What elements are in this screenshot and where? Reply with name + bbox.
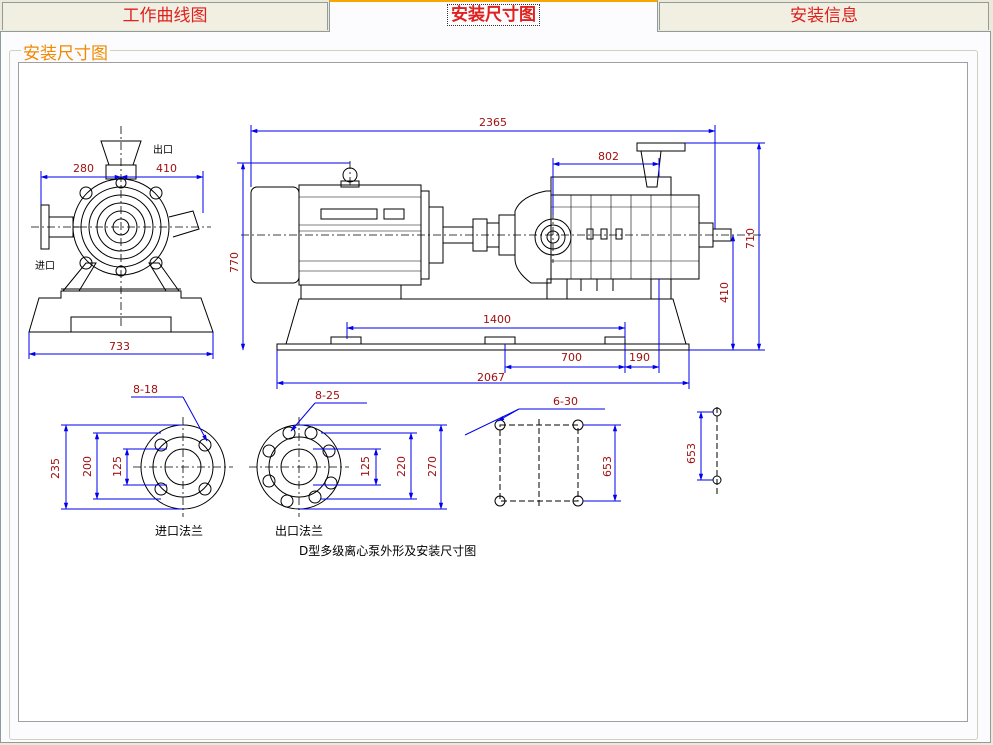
end-view-centerlines xyxy=(31,126,211,326)
dim-190: 190 xyxy=(629,351,650,364)
dim-2067: 2067 xyxy=(477,371,505,384)
tab-installation-dimensions-label: 安装尺寸图 xyxy=(447,4,540,26)
dim-710: 710 xyxy=(744,228,757,249)
dim-200: 200 xyxy=(81,456,94,477)
inlet-flange-label: 进口法兰 xyxy=(155,524,203,538)
dim-770: 770 xyxy=(228,252,241,273)
dim-270: 270 xyxy=(426,456,439,477)
dim-235: 235 xyxy=(49,458,62,479)
dim-6-30: 6-30 xyxy=(553,395,578,408)
dim-700: 700 xyxy=(561,351,582,364)
dim-280: 280 xyxy=(73,162,94,175)
dim-653: 653 xyxy=(601,456,614,477)
dim-410-height: 410 xyxy=(718,282,731,303)
outlet-flange-label: 出口法兰 xyxy=(275,524,323,538)
dim-2365: 2365 xyxy=(479,116,507,129)
dim-125-inlet: 125 xyxy=(111,456,124,477)
dim-125-outlet: 125 xyxy=(359,456,372,477)
inlet-label: 进口 xyxy=(35,260,55,272)
dim-8-25: 8-25 xyxy=(315,389,340,402)
groupbox-title: 安装尺寸图 xyxy=(21,39,110,64)
dim-410: 410 xyxy=(156,162,177,175)
drawing-canvas: 出口 进口 280 410 733 2365 802 770 710 410 1… xyxy=(18,62,968,722)
tab-installation-info[interactable]: 安装信息 xyxy=(659,2,989,30)
dimension-drawing: 出口 进口 280 410 733 2365 802 770 710 410 1… xyxy=(28,116,765,558)
dim-1400: 1400 xyxy=(483,313,511,326)
tab-strip: 工作曲线图 安装尺寸图 安装信息 xyxy=(0,0,993,32)
dim-8-18: 8-18 xyxy=(133,383,158,396)
dim-802: 802 xyxy=(598,150,619,163)
outlet-label: 出口 xyxy=(153,143,173,156)
tab-performance-curve[interactable]: 工作曲线图 xyxy=(2,2,328,30)
drawing-caption: D型多级离心泵外形及安装尺寸图 xyxy=(299,543,476,558)
dim-733: 733 xyxy=(109,340,130,353)
dim-653-side: 653 xyxy=(685,443,698,464)
dim-220: 220 xyxy=(395,456,408,477)
tab-installation-dimensions[interactable]: 安装尺寸图 xyxy=(329,0,658,32)
